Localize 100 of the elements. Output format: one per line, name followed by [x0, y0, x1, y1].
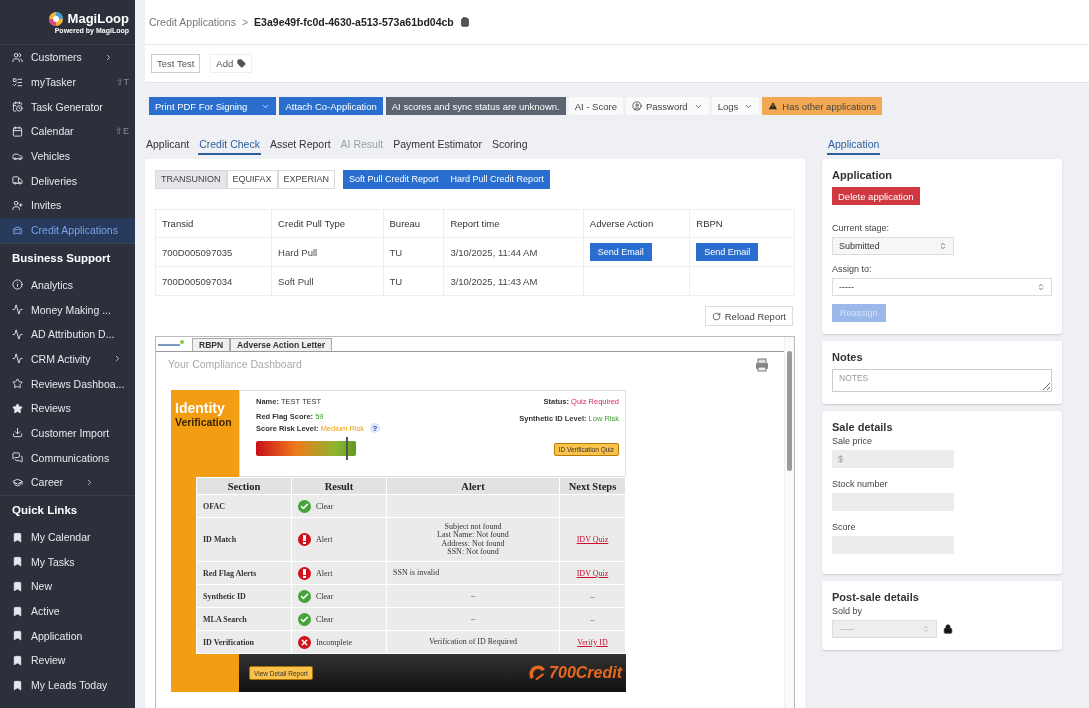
report-tab[interactable]: RBPN: [192, 338, 231, 351]
section-name[interactable]: ID Match: [203, 535, 237, 544]
table-cell: TU: [383, 237, 444, 267]
section-name[interactable]: Synthetic ID: [203, 591, 246, 601]
info-icon: [12, 279, 23, 291]
star-icon: [12, 402, 23, 414]
section-name[interactable]: MLA Search: [203, 614, 247, 624]
tab[interactable]: Applicant: [145, 138, 191, 155]
action-button[interactable]: Logs: [711, 97, 760, 115]
logo-icon: [158, 340, 184, 348]
sidebar-item[interactable]: Review: [0, 648, 135, 673]
tab[interactable]: Asset Report: [268, 138, 332, 155]
sidebar-item[interactable]: Active: [0, 598, 135, 624]
sidebar-item[interactable]: Deliveries: [0, 168, 135, 194]
alert-text: SSN is invalid: [393, 568, 441, 578]
calendar-clock-icon: [12, 101, 23, 113]
shortcut-hint: ⇧T: [115, 77, 129, 88]
card-heading: Identity: [175, 400, 226, 416]
bookmark-icon: [12, 531, 23, 543]
bureau-button[interactable]: TRANSUNION: [155, 169, 227, 189]
warning-badge[interactable]: Has other applications: [762, 97, 883, 115]
send-email-button[interactable]: Send Email: [589, 243, 652, 261]
sidebar-item[interactable]: Task Generator: [0, 94, 135, 120]
sidebar-item[interactable]: My Calendar: [0, 524, 135, 550]
sidebar-item[interactable]: Application: [0, 623, 135, 649]
field-label: Current stage:: [832, 223, 890, 233]
sidebar-item[interactable]: Communications: [0, 445, 135, 470]
sidebar-item[interactable]: AD Attribution D...: [0, 321, 135, 347]
bookmark-icon: [12, 630, 23, 642]
exclamation-icon: [298, 566, 311, 580]
add-tag-button[interactable]: Add: [210, 54, 253, 73]
alert-text: –: [470, 614, 476, 624]
x-icon: [298, 635, 311, 649]
send-email-button[interactable]: Send Email: [696, 243, 759, 261]
tab[interactable]: Credit Check: [198, 138, 261, 155]
bureau-button[interactable]: EQUIFAX: [226, 169, 278, 189]
sidebar-item[interactable]: Vehicles: [0, 143, 135, 169]
column-header: Transid: [155, 209, 272, 238]
column-header: Report time: [443, 209, 584, 238]
alert-text: Verification of ID Required: [427, 637, 519, 647]
tab[interactable]: Scoring: [490, 138, 529, 155]
sidebar-item[interactable]: Reviews: [0, 395, 135, 421]
table-cell: Soft Pull: [271, 266, 383, 296]
tag-icon: [237, 59, 247, 68]
reload-report-button[interactable]: Reload Report: [704, 306, 793, 326]
pulse-icon: [12, 328, 23, 340]
logo-icon: [47, 10, 64, 27]
field-label: Score: [832, 522, 856, 532]
sidebar-item[interactable]: Career: [0, 470, 135, 495]
column-header: Adverse Action: [583, 209, 690, 238]
sidebar-item[interactable]: My Leads Today: [0, 672, 135, 698]
sidebar-item[interactable]: Customer Import: [0, 420, 135, 446]
sidebar-item[interactable]: myTasker ⇧T: [0, 69, 135, 95]
sidebar-item[interactable]: CRM Activity: [0, 346, 135, 372]
next-step-link[interactable]: IDV Quiz: [576, 535, 609, 544]
sidebar-item[interactable]: Credit Applications: [0, 217, 135, 243]
card-title: Notes: [832, 351, 863, 363]
section-name[interactable]: OFAC: [203, 501, 226, 511]
sidebar-item[interactable]: Analytics: [0, 272, 135, 298]
delete-application-button[interactable]: Delete application: [832, 187, 920, 205]
column-header: Next Steps: [559, 477, 626, 495]
result-text: Incomplete: [316, 637, 352, 647]
graduation-cap-icon: [12, 476, 23, 488]
action-button[interactable]: Password: [625, 97, 709, 115]
sidebar-item[interactable]: Calendar ⇧E: [0, 119, 135, 144]
table-cell: 700D005097035: [155, 237, 272, 267]
sidebar-item[interactable]: New: [0, 574, 135, 599]
assign-select[interactable]: -----: [832, 278, 1052, 296]
help-icon[interactable]: ?: [369, 423, 380, 433]
bookmark-icon: [12, 605, 23, 617]
result-text: Alert: [316, 568, 333, 578]
alert-text: Subject not found Last Name: Not found Address: Not found SSN: Not found: [436, 522, 510, 557]
tab[interactable]: Application: [827, 138, 881, 155]
select-arrows-icon: [922, 625, 930, 633]
alert-text: –: [470, 591, 476, 601]
result-text: Clear: [316, 591, 334, 601]
star-icon: [12, 378, 23, 390]
column-header: Credit Pull Type: [271, 209, 383, 238]
sidebar-item[interactable]: Customers: [0, 45, 135, 70]
breadcrumb-link[interactable]: Credit Applications: [149, 16, 236, 28]
stage-select[interactable]: Submitted: [832, 237, 954, 255]
sidebar-item[interactable]: My Tasks: [0, 549, 135, 575]
action-button[interactable]: AI - Score: [568, 97, 623, 115]
report-tab[interactable]: Adverse Action Letter: [230, 338, 333, 351]
bookmark-icon: [12, 654, 23, 666]
sidebar-item[interactable]: Money Making ...: [0, 297, 135, 322]
field-label: Assign to:: [832, 264, 872, 274]
clipboard-icon[interactable]: [459, 17, 470, 27]
next-step-link[interactable]: Verify ID: [577, 637, 608, 647]
sidebar-item[interactable]: Reviews Dashboa...: [0, 371, 135, 396]
printer-icon[interactable]: [755, 358, 769, 372]
action-button[interactable]: Print PDF For Signing: [149, 97, 277, 115]
notes-field[interactable]: NOTES: [832, 369, 1052, 392]
card-title: Sale details: [832, 421, 893, 433]
column-header: Alert: [386, 477, 560, 495]
sidebar-item[interactable]: Invites: [0, 193, 135, 218]
bureau-button[interactable]: EXPERIAN: [277, 169, 336, 189]
tab[interactable]: Payment Estimator: [392, 138, 483, 155]
select-arrows-icon: [1037, 283, 1045, 291]
action-button[interactable]: Attach Co-Application: [279, 97, 383, 115]
